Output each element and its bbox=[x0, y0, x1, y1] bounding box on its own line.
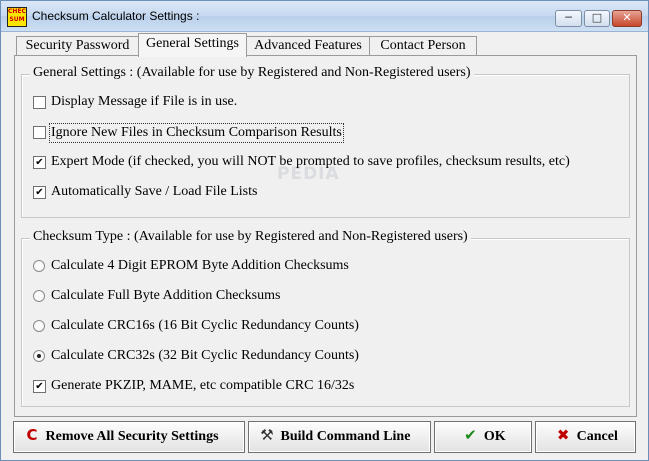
display-message-checkbox[interactable] bbox=[33, 96, 46, 109]
expert-mode-label: Expert Mode (if checked, you will NOT be… bbox=[51, 154, 570, 169]
full-byte-checksum-label: Calculate Full Byte Addition Checksums bbox=[51, 288, 281, 303]
minimize-button[interactable]: ─ bbox=[555, 10, 582, 27]
ignore-new-files-checkbox[interactable] bbox=[33, 126, 46, 139]
ok-button[interactable]: ✔ OK bbox=[434, 421, 532, 453]
tab-security-password[interactable]: Security Password bbox=[16, 36, 139, 56]
cancel-label: Cancel bbox=[576, 429, 618, 444]
pkzip-compatible-label: Generate PKZIP, MAME, etc compatible CRC… bbox=[51, 378, 355, 393]
display-message-label: Display Message if File is in use. bbox=[51, 94, 238, 109]
tab-general-settings[interactable]: General Settings bbox=[138, 33, 247, 57]
general-settings-legend: General Settings : (Available for use by… bbox=[30, 65, 474, 81]
checksum-type-legend: Checksum Type : (Available for use by Re… bbox=[30, 229, 471, 245]
build-command-line-button[interactable]: ⚒ Build Command Line bbox=[248, 421, 431, 453]
close-button[interactable]: ✕ bbox=[612, 10, 642, 27]
check-icon: ✔ bbox=[464, 426, 477, 444]
settings-window: CHECK SUM Checksum Calculator Settings :… bbox=[0, 0, 649, 461]
crc16-radio[interactable] bbox=[33, 320, 45, 332]
remove-security-label: Remove All Security Settings bbox=[45, 429, 219, 444]
ignore-new-files-label: Ignore New Files in Checksum Comparison … bbox=[49, 123, 344, 143]
window-title: Checksum Calculator Settings : bbox=[32, 9, 200, 23]
cancel-button[interactable]: ✖ Cancel bbox=[535, 421, 636, 453]
crc32-radio[interactable] bbox=[33, 350, 45, 362]
auto-save-lists-label: Automatically Save / Load File Lists bbox=[51, 184, 258, 199]
expert-mode-checkbox[interactable]: ✔ bbox=[33, 156, 46, 169]
tab-advanced-features[interactable]: Advanced Features bbox=[246, 36, 370, 56]
remove-security-button[interactable]: C Remove All Security Settings bbox=[13, 421, 245, 453]
eprom-checksum-label: Calculate 4 Digit EPROM Byte Addition Ch… bbox=[51, 258, 349, 273]
checksum-app-icon: CHECK SUM bbox=[7, 7, 27, 27]
cancel-x-icon: ✖ bbox=[556, 426, 570, 444]
full-byte-checksum-radio[interactable] bbox=[33, 290, 45, 302]
reset-security-icon: C bbox=[26, 426, 38, 444]
maximize-button[interactable]: □ bbox=[584, 10, 610, 27]
crc16-label: Calculate CRC16s (16 Bit Cyclic Redundan… bbox=[51, 318, 359, 333]
crc32-label: Calculate CRC32s (32 Bit Cyclic Redundan… bbox=[51, 348, 359, 363]
ok-label: OK bbox=[483, 429, 506, 444]
general-settings-panel: General Settings : (Available for use by… bbox=[14, 55, 637, 417]
tab-contact-person[interactable]: Contact Person bbox=[369, 36, 477, 56]
auto-save-lists-checkbox[interactable]: ✔ bbox=[33, 186, 46, 199]
hammer-tools-icon: ⚒ bbox=[260, 426, 274, 444]
general-settings-group: General Settings : (Available for use by… bbox=[21, 65, 630, 218]
title-bar[interactable]: CHECK SUM Checksum Calculator Settings :… bbox=[1, 1, 648, 32]
checksum-type-group: Checksum Type : (Available for use by Re… bbox=[21, 229, 630, 407]
eprom-checksum-radio[interactable] bbox=[33, 260, 45, 272]
pkzip-compatible-checkbox[interactable]: ✔ bbox=[33, 380, 46, 393]
build-command-line-label: Build Command Line bbox=[280, 429, 411, 444]
